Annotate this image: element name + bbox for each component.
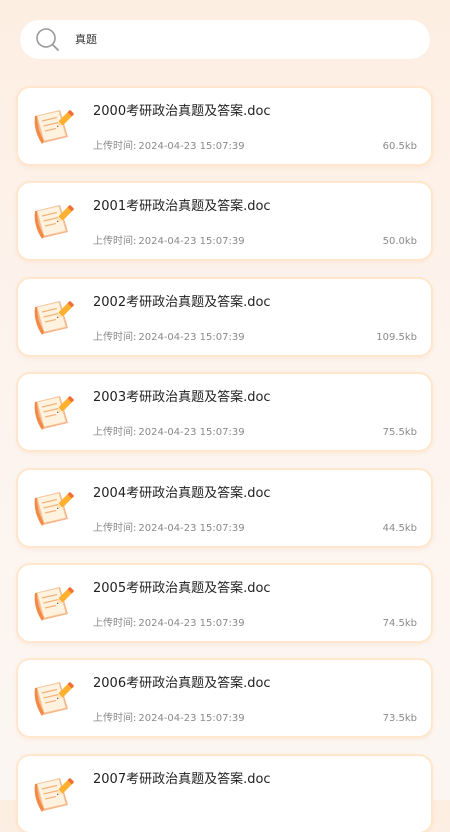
file-name: 2007考研政治真题及答案.doc xyxy=(93,772,271,787)
file-name: 2003考研政治真题及答案.doc xyxy=(93,390,271,405)
upload-time xyxy=(93,808,95,822)
document-pencil-icon xyxy=(34,205,74,239)
file-size: 75.5kb xyxy=(382,427,417,438)
file-name: 2004考研政治真题及答案.doc xyxy=(93,486,271,501)
upload-time: 上传时间: 2024-04-23 15:07:39 xyxy=(93,331,245,345)
upload-time: 上传时间: 2024-04-23 15:07:39 xyxy=(93,140,245,154)
document-pencil-icon xyxy=(34,396,74,430)
upload-time: 上传时间: 2024-04-23 15:07:39 xyxy=(93,617,245,631)
upload-time-value: 2024-04-23 15:07:39 xyxy=(138,236,245,247)
upload-time: 上传时间: 2024-04-23 15:07:39 xyxy=(93,712,245,726)
upload-time-label: 上传时间: xyxy=(93,332,137,343)
file-name: 2000考研政治真题及答案.doc xyxy=(93,104,271,119)
upload-time-label: 上传时间: xyxy=(93,618,137,629)
file-card[interactable]: 2007考研政治真题及答案.doc xyxy=(18,756,431,832)
upload-time: 上传时间: 2024-04-23 15:07:39 xyxy=(93,522,245,536)
upload-time-label: 上传时间: xyxy=(93,523,137,534)
file-card[interactable]: 2001考研政治真题及答案.doc 上传时间: 2024-04-23 15:07:… xyxy=(18,183,431,259)
document-pencil-icon xyxy=(34,110,74,144)
upload-time-label: 上传时间: xyxy=(93,236,137,247)
document-pencil-icon xyxy=(34,682,74,716)
document-pencil-icon xyxy=(34,492,74,526)
upload-time-value: 2024-04-23 15:07:39 xyxy=(138,523,245,534)
upload-time-label: 上传时间: xyxy=(93,141,137,152)
file-size: 74.5kb xyxy=(382,618,417,629)
file-card[interactable]: 2003考研政治真题及答案.doc 上传时间: 2024-04-23 15:07:… xyxy=(18,374,431,450)
upload-time-label: 上传时间: xyxy=(93,713,137,724)
upload-time-value: 2024-04-23 15:07:39 xyxy=(138,427,245,438)
file-name: 2005考研政治真题及答案.doc xyxy=(93,581,271,596)
file-size: 109.5kb xyxy=(376,332,417,343)
file-card[interactable]: 2004考研政治真题及答案.doc 上传时间: 2024-04-23 15:07:… xyxy=(18,470,431,546)
file-card[interactable]: 2002考研政治真题及答案.doc 上传时间: 2024-04-23 15:07:… xyxy=(18,279,431,355)
document-pencil-icon xyxy=(34,778,74,812)
upload-time-value: 2024-04-23 15:07:39 xyxy=(138,618,245,629)
upload-time-value: 2024-04-23 15:07:39 xyxy=(138,332,245,343)
file-size: 60.5kb xyxy=(382,141,417,152)
upload-time: 上传时间: 2024-04-23 15:07:39 xyxy=(93,426,245,440)
file-list: 2000考研政治真题及答案.doc 上传时间: 2024-04-23 15:07:… xyxy=(0,0,450,832)
file-name: 2006考研政治真题及答案.doc xyxy=(93,676,271,691)
file-size: 73.5kb xyxy=(382,713,417,724)
file-name: 2001考研政治真题及答案.doc xyxy=(93,199,271,214)
file-size: 50.0kb xyxy=(382,236,417,247)
upload-time-value: 2024-04-23 15:07:39 xyxy=(138,713,245,724)
upload-time-label: 上传时间: xyxy=(93,427,137,438)
file-card[interactable]: 2006考研政治真题及答案.doc 上传时间: 2024-04-23 15:07:… xyxy=(18,660,431,736)
file-name: 2002考研政治真题及答案.doc xyxy=(93,295,271,310)
file-card[interactable]: 2000考研政治真题及答案.doc 上传时间: 2024-04-23 15:07:… xyxy=(18,88,431,164)
document-pencil-icon xyxy=(34,587,74,621)
document-pencil-icon xyxy=(34,301,74,335)
upload-time: 上传时间: 2024-04-23 15:07:39 xyxy=(93,235,245,249)
file-size: 44.5kb xyxy=(382,523,417,534)
file-card[interactable]: 2005考研政治真题及答案.doc 上传时间: 2024-04-23 15:07:… xyxy=(18,565,431,641)
upload-time-value: 2024-04-23 15:07:39 xyxy=(138,141,245,152)
